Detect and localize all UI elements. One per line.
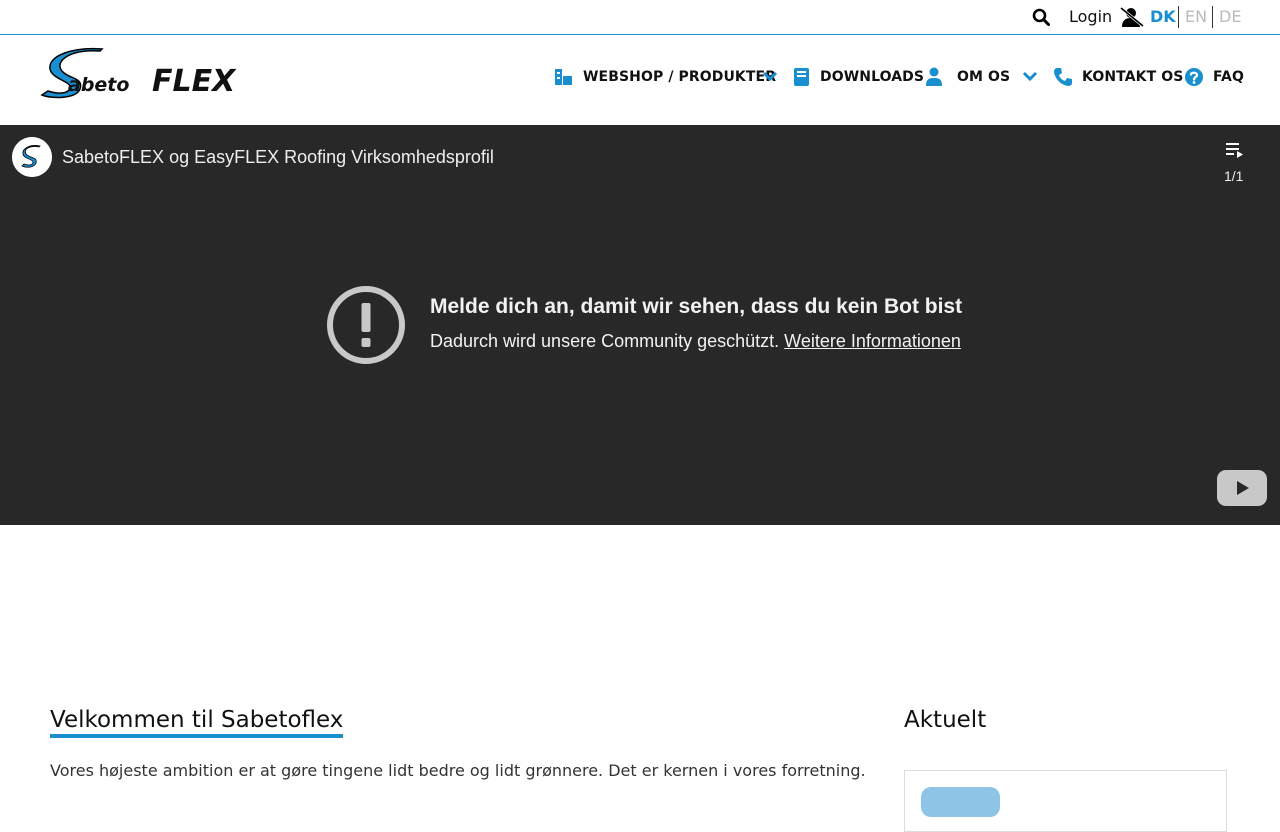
chevron-down-icon[interactable]	[1022, 69, 1038, 83]
site-header: abeto FLEX WEBSHOP / PRODUKTER DOWNLOADS…	[0, 35, 1280, 125]
top-utility-bar: Login DK EN DE	[0, 0, 1280, 35]
aktuelt-card	[904, 770, 1227, 832]
exclamation-circle-icon	[327, 286, 405, 364]
search-icon[interactable]	[1032, 8, 1050, 26]
news-tag-badge[interactable]	[921, 787, 1000, 817]
phone-icon	[1054, 68, 1072, 86]
lang-divider	[1178, 6, 1179, 28]
embedded-video[interactable]: SabetoFLEX og EasyFLEX Roofing Virksomhe…	[0, 125, 1280, 525]
video-title[interactable]: SabetoFLEX og EasyFLEX Roofing Virksomhe…	[62, 147, 494, 168]
chevron-down-icon[interactable]	[762, 69, 778, 83]
sabetoflex-logo[interactable]: abeto FLEX	[40, 47, 240, 103]
user-slash-icon[interactable]	[1120, 6, 1144, 28]
lang-divider	[1212, 6, 1213, 28]
nav-kontakt-os[interactable]: KONTAKT OS	[1082, 69, 1183, 85]
login-link[interactable]: Login	[1069, 7, 1112, 26]
playlist-icon[interactable]	[1225, 141, 1245, 159]
more-info-link[interactable]: Weitere Informationen	[784, 331, 961, 351]
question-circle-icon	[1185, 68, 1203, 86]
user-icon	[926, 67, 942, 86]
svg-text:FLEX: FLEX	[152, 64, 237, 99]
nav-faq[interactable]: FAQ	[1213, 69, 1244, 85]
welcome-heading: Velkommen til Sabetoflex	[50, 707, 344, 738]
aktuelt-heading: Aktuelt	[904, 707, 987, 733]
error-text: Dadurch wird unsere Community geschützt.	[430, 331, 780, 351]
youtube-logo-icon[interactable]	[1217, 470, 1267, 506]
nav-om-os[interactable]: OM OS	[957, 69, 1010, 85]
svg-text:abeto: abeto	[68, 74, 129, 96]
shop-icon	[555, 69, 572, 85]
playlist-count: 1/1	[1224, 168, 1244, 184]
book-icon	[794, 68, 809, 86]
error-message: Dadurch wird unsere Community geschützt.…	[430, 331, 961, 352]
lang-en[interactable]: EN	[1185, 7, 1207, 26]
nav-downloads[interactable]: DOWNLOADS	[820, 69, 924, 85]
lang-dk[interactable]: DK	[1150, 7, 1176, 26]
intro-text: Vores højeste ambition er at gøre tingen…	[50, 761, 866, 780]
channel-avatar[interactable]	[12, 137, 52, 177]
error-title: Melde dich an, damit wir sehen, dass du …	[430, 295, 963, 318]
nav-webshop[interactable]: WEBSHOP / PRODUKTER	[583, 69, 776, 85]
lang-de[interactable]: DE	[1219, 7, 1241, 26]
